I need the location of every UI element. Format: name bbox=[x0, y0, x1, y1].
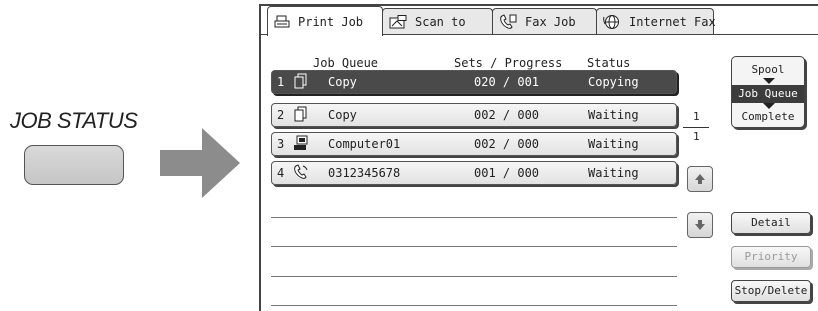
job-mode-selector[interactable]: Spool Job Queue Complete bbox=[731, 56, 805, 128]
tab-print-job[interactable]: Print Job bbox=[267, 6, 383, 36]
scan-icon bbox=[389, 14, 407, 28]
tab-label: Fax Job bbox=[525, 14, 576, 29]
job-number: 3 bbox=[277, 137, 285, 151]
total-pages: 1 bbox=[693, 130, 700, 143]
fax-icon bbox=[293, 164, 309, 183]
chevron-down-icon bbox=[763, 103, 775, 109]
job-status-label: JOB STATUS bbox=[10, 108, 138, 133]
priority-button[interactable]: Priority bbox=[731, 246, 811, 268]
empty-row bbox=[271, 217, 677, 218]
job-status: Waiting bbox=[588, 137, 639, 151]
job-row[interactable]: 4 0312345678 001 / 000 Waiting bbox=[271, 161, 677, 185]
job-status: Waiting bbox=[588, 108, 639, 122]
mode-complete[interactable]: Complete bbox=[732, 110, 804, 123]
job-name: 0312345678 bbox=[328, 166, 401, 180]
job-status: Copying bbox=[588, 75, 639, 89]
job-name: Copy bbox=[328, 108, 357, 122]
scroll-up-button[interactable] bbox=[687, 166, 713, 192]
tab-label: Internet Fax bbox=[629, 14, 716, 29]
empty-row bbox=[271, 246, 677, 247]
job-status-panel: Print Job Scan to Fax Job Internet Fax J… bbox=[259, 4, 818, 311]
column-header-status: Status bbox=[587, 56, 631, 70]
copy-icon bbox=[293, 106, 309, 125]
job-row[interactable]: 3 Computer01 002 / 000 Waiting bbox=[271, 132, 677, 156]
page-divider bbox=[683, 127, 709, 128]
tab-bar: Print Job Scan to Fax Job Internet Fax bbox=[267, 6, 716, 36]
tab-fax-job[interactable]: Fax Job bbox=[492, 8, 597, 34]
job-status-hardware-key[interactable] bbox=[24, 145, 124, 185]
internet-fax-icon bbox=[603, 14, 619, 29]
copy-icon bbox=[293, 73, 309, 92]
job-name: Computer01 bbox=[328, 137, 401, 151]
empty-row bbox=[271, 276, 677, 277]
job-sets-progress: 002 / 000 bbox=[474, 137, 540, 151]
tab-internet-fax[interactable]: Internet Fax bbox=[596, 8, 716, 34]
column-header-queue: Job Queue bbox=[313, 56, 379, 70]
tab-label: Print Job bbox=[298, 14, 364, 29]
arrow-up-icon bbox=[695, 174, 705, 184]
mode-spool[interactable]: Spool bbox=[732, 63, 804, 76]
empty-row bbox=[271, 305, 677, 306]
tab-label: Scan to bbox=[415, 14, 466, 29]
scroll-down-button[interactable] bbox=[687, 212, 713, 238]
right-arrow-icon bbox=[160, 128, 240, 198]
job-sets-progress: 001 / 000 bbox=[474, 166, 540, 180]
job-number: 4 bbox=[277, 166, 285, 180]
job-name: Copy bbox=[328, 75, 357, 89]
job-row[interactable]: 2 Copy 002 / 000 Waiting bbox=[271, 103, 677, 127]
mode-job-queue[interactable]: Job Queue bbox=[732, 85, 804, 103]
printer-icon bbox=[274, 15, 290, 27]
tab-scan-to[interactable]: Scan to bbox=[382, 8, 493, 34]
job-sets-progress: 002 / 000 bbox=[474, 108, 540, 122]
computer-icon bbox=[293, 135, 309, 154]
current-page: 1 bbox=[693, 110, 700, 123]
fax-phone-icon bbox=[500, 13, 517, 29]
stop-delete-button[interactable]: Stop/Delete bbox=[731, 280, 811, 302]
job-row[interactable]: 1 Copy 020 / 001 Copying bbox=[271, 70, 677, 94]
job-sets-progress: 020 / 001 bbox=[474, 75, 540, 89]
job-status: Waiting bbox=[588, 166, 639, 180]
job-number: 1 bbox=[277, 75, 285, 89]
chevron-down-icon bbox=[763, 78, 775, 84]
job-number: 2 bbox=[277, 108, 285, 122]
column-header-sets: Sets / Progress bbox=[454, 56, 563, 70]
arrow-down-icon bbox=[695, 220, 705, 230]
detail-button[interactable]: Detail bbox=[731, 212, 811, 234]
